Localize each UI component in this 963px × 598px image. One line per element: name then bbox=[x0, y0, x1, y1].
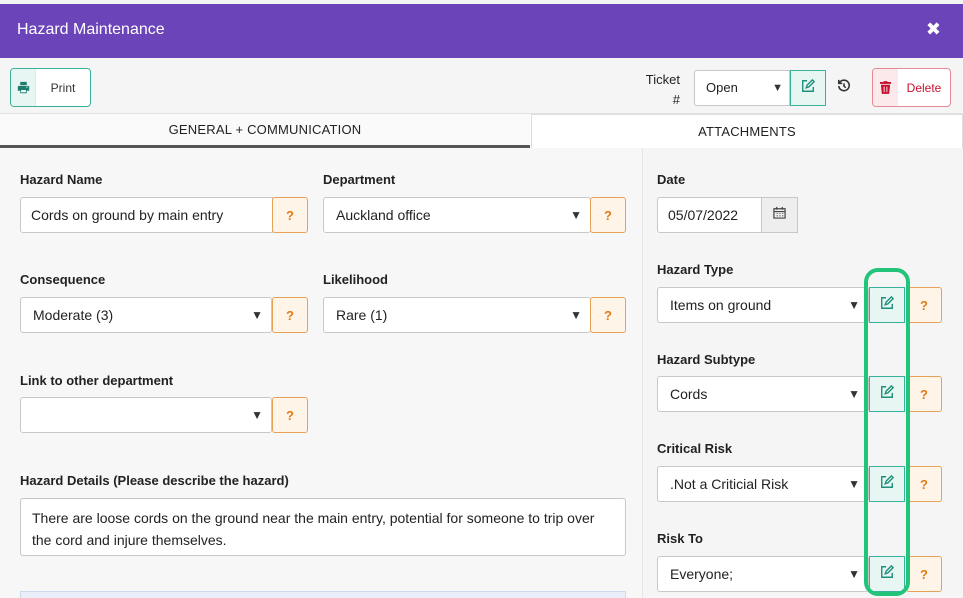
date-label: Date bbox=[657, 172, 686, 187]
hazard-subtype-edit-button[interactable] bbox=[869, 376, 905, 412]
delete-label: Delete bbox=[906, 80, 942, 95]
hazard-type-value: Items on ground bbox=[670, 297, 772, 313]
critical-risk-value: .Not a Criticial Risk bbox=[670, 476, 789, 492]
hazard-type-select[interactable]: Items on ground ▼ bbox=[657, 287, 869, 323]
chevron-down-icon: ▼ bbox=[251, 308, 263, 322]
department-select[interactable]: Auckland office ▼ bbox=[323, 197, 591, 233]
likelihood-value: Rare (1) bbox=[336, 307, 388, 323]
hazard-details-textarea[interactable]: There are loose cords on the ground near… bbox=[20, 498, 626, 556]
hazard-subtype-help-button[interactable]: ? bbox=[906, 376, 942, 412]
likelihood-select[interactable]: Rare (1) ▼ bbox=[323, 297, 591, 333]
hazard-type-label: Hazard Type bbox=[657, 262, 734, 277]
history-icon bbox=[837, 78, 851, 98]
history-button[interactable] bbox=[826, 70, 862, 106]
info-panel bbox=[20, 591, 626, 598]
link-department-help-button[interactable]: ? bbox=[272, 397, 308, 433]
critical-risk-edit-button[interactable] bbox=[869, 466, 905, 502]
consequence-value: Moderate (3) bbox=[33, 307, 114, 323]
department-value: Auckland office bbox=[336, 207, 431, 223]
hazard-name-input[interactable]: Cords on ground by main entry bbox=[20, 197, 273, 233]
edit-icon bbox=[880, 474, 895, 494]
modal-title: Hazard Maintenance bbox=[17, 21, 165, 38]
tab-general-communication[interactable]: GENERAL + COMMUNICATION bbox=[0, 114, 530, 148]
risk-to-help-button[interactable]: ? bbox=[906, 556, 942, 592]
printer-icon bbox=[11, 69, 36, 106]
calendar-button[interactable] bbox=[762, 197, 798, 233]
edit-icon bbox=[880, 384, 895, 404]
edit-icon bbox=[880, 295, 895, 315]
hazard-type-edit-button[interactable] bbox=[869, 287, 905, 323]
risk-to-select[interactable]: Everyone; ▼ bbox=[657, 556, 869, 592]
consequence-label: Consequence bbox=[20, 272, 106, 287]
department-help-button[interactable]: ? bbox=[590, 197, 626, 233]
hazard-name-help-button[interactable]: ? bbox=[272, 197, 308, 233]
delete-button[interactable]: Delete bbox=[872, 68, 951, 107]
close-icon[interactable]: ✖ bbox=[926, 20, 941, 38]
critical-risk-select[interactable]: .Not a Criticial Risk ▼ bbox=[657, 466, 869, 502]
general-form-panel: Hazard Name Cords on ground by main entr… bbox=[0, 148, 642, 598]
ticket-label-line2: # bbox=[672, 92, 680, 107]
critical-risk-help-button[interactable]: ? bbox=[906, 466, 942, 502]
link-department-label: Link to other department bbox=[20, 373, 174, 388]
department-label: Department bbox=[323, 172, 396, 187]
chevron-down-icon: ▼ bbox=[772, 82, 783, 94]
chevron-down-icon: ▼ bbox=[848, 298, 860, 312]
chevron-down-icon: ▼ bbox=[848, 387, 860, 401]
link-department-select[interactable]: ▼ bbox=[20, 397, 272, 433]
consequence-help-button[interactable]: ? bbox=[272, 297, 308, 333]
chevron-down-icon: ▼ bbox=[251, 408, 263, 422]
date-input[interactable]: 05/07/2022 bbox=[657, 197, 762, 233]
trash-icon bbox=[873, 69, 898, 106]
hazard-details-label: Hazard Details (Please describe the haza… bbox=[20, 473, 289, 488]
sidebar-panel: Date 05/07/2022 Hazard Type Items on gro… bbox=[642, 148, 963, 598]
status-select[interactable]: Open ▼ bbox=[694, 70, 790, 106]
edit-icon bbox=[801, 78, 816, 98]
edit-icon bbox=[880, 564, 895, 584]
critical-risk-label: Critical Risk bbox=[657, 441, 733, 456]
likelihood-help-button[interactable]: ? bbox=[590, 297, 626, 333]
risk-to-label: Risk To bbox=[657, 531, 703, 546]
toolbar: Print Ticket # Open ▼ Delete bbox=[0, 58, 963, 114]
risk-to-value: Everyone; bbox=[670, 566, 734, 582]
risk-to-edit-button[interactable] bbox=[869, 556, 905, 592]
chevron-down-icon: ▼ bbox=[848, 477, 860, 491]
ticket-label: Ticket # bbox=[638, 70, 680, 110]
status-value: Open bbox=[706, 80, 738, 95]
print-label: Print bbox=[50, 80, 76, 95]
chevron-down-icon: ▼ bbox=[570, 208, 582, 222]
ticket-label-line1: Ticket bbox=[645, 72, 680, 87]
modal-header: Hazard Maintenance ✖ bbox=[0, 4, 963, 58]
print-button[interactable]: Print bbox=[10, 68, 91, 107]
hazard-subtype-select[interactable]: Cords ▼ bbox=[657, 376, 869, 412]
likelihood-label: Likelihood bbox=[323, 272, 388, 287]
chevron-down-icon: ▼ bbox=[848, 567, 860, 581]
chevron-down-icon: ▼ bbox=[570, 308, 582, 322]
tab-attachments[interactable]: ATTACHMENTS bbox=[531, 114, 963, 148]
hazard-type-help-button[interactable]: ? bbox=[906, 287, 942, 323]
tab-bar: GENERAL + COMMUNICATION ATTACHMENTS bbox=[0, 114, 963, 148]
consequence-select[interactable]: Moderate (3) ▼ bbox=[20, 297, 272, 333]
hazard-subtype-label: Hazard Subtype bbox=[657, 352, 756, 367]
edit-status-button[interactable] bbox=[790, 70, 826, 106]
calendar-icon bbox=[773, 206, 786, 224]
hazard-name-label: Hazard Name bbox=[20, 172, 103, 187]
hazard-subtype-value: Cords bbox=[670, 386, 708, 402]
